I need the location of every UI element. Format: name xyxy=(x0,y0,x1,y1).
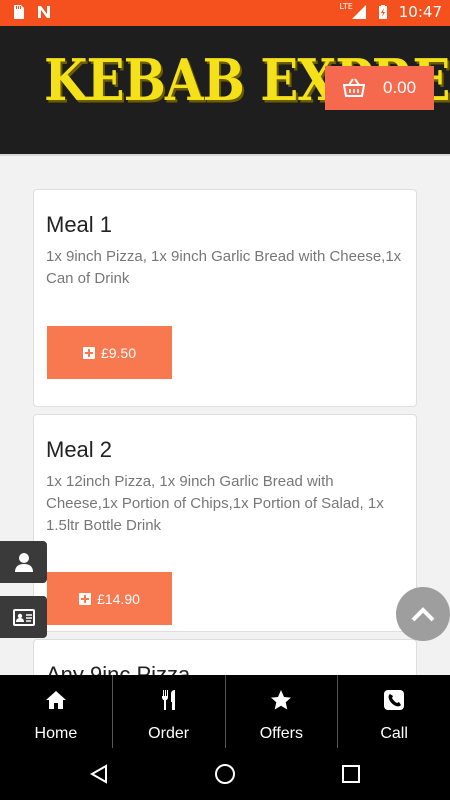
nav-label: Offers xyxy=(259,725,304,742)
bottom-nav: Home Order Offers Call xyxy=(0,675,450,748)
add-to-cart-button[interactable]: £14.90 xyxy=(47,572,172,625)
home-circle-icon[interactable] xyxy=(214,763,236,785)
system-nav-bar xyxy=(0,748,450,800)
phone-icon xyxy=(384,690,405,710)
notification-n-icon xyxy=(38,6,50,18)
cart-amount: 0.00 xyxy=(383,78,417,97)
id-card-icon xyxy=(12,609,35,626)
menu-list[interactable]: Meal 1 1x 9inch Pizza, 1x 9inch Garlic B… xyxy=(0,156,450,675)
nav-home[interactable]: Home xyxy=(0,675,113,748)
scroll-top-button[interactable] xyxy=(396,587,450,641)
contact-tab[interactable] xyxy=(0,596,47,638)
cutlery-icon xyxy=(161,690,175,710)
star-icon xyxy=(271,690,292,710)
basket-icon xyxy=(343,78,365,97)
price-label: £9.50 xyxy=(100,344,137,361)
nav-offers[interactable]: Offers xyxy=(226,675,339,748)
price-label: £14.90 xyxy=(97,590,140,607)
menu-item-card: Any 9inc Pizza xyxy=(33,639,417,675)
home-icon xyxy=(45,691,66,709)
menu-item-title: Meal 2 xyxy=(46,437,113,462)
nav-label: Home xyxy=(34,725,78,742)
nav-label: Order xyxy=(148,725,190,742)
nav-call[interactable]: Call xyxy=(338,675,450,748)
plus-square-icon xyxy=(79,592,92,605)
menu-item-title: Meal 1 xyxy=(46,212,113,237)
cart-button[interactable]: 0.00 xyxy=(325,66,434,110)
back-icon[interactable] xyxy=(88,763,110,785)
battery-charging-icon xyxy=(378,5,387,19)
nav-label: Call xyxy=(380,725,408,742)
sd-card-icon xyxy=(14,5,24,19)
signal-icon xyxy=(351,5,366,19)
header: KEBAB EXPRESS 0.00 xyxy=(0,26,450,154)
menu-item-description: 1x 9inch Pizza, 1x 9inch Garlic Bread wi… xyxy=(46,248,402,287)
menu-item-description: 1x 12inch Pizza, 1x 9inch Garlic Bread w… xyxy=(46,473,384,534)
menu-item-card: Meal 2 1x 12inch Pizza, 1x 9inch Garlic … xyxy=(33,414,417,632)
nav-order[interactable]: Order xyxy=(113,675,226,748)
chevron-up-icon xyxy=(411,607,435,622)
network-type: LTE xyxy=(339,1,353,11)
plus-square-icon xyxy=(82,346,95,359)
status-time: 10:47 xyxy=(398,3,442,21)
status-bar: LTE 10:47 xyxy=(0,0,450,26)
recents-icon[interactable] xyxy=(340,763,362,785)
user-icon xyxy=(14,553,33,572)
add-to-cart-button[interactable]: £9.50 xyxy=(47,326,172,379)
account-tab[interactable] xyxy=(0,541,47,583)
menu-item-title: Any 9inc Pizza xyxy=(46,662,191,675)
menu-item-card: Meal 1 1x 9inch Pizza, 1x 9inch Garlic B… xyxy=(33,189,417,407)
